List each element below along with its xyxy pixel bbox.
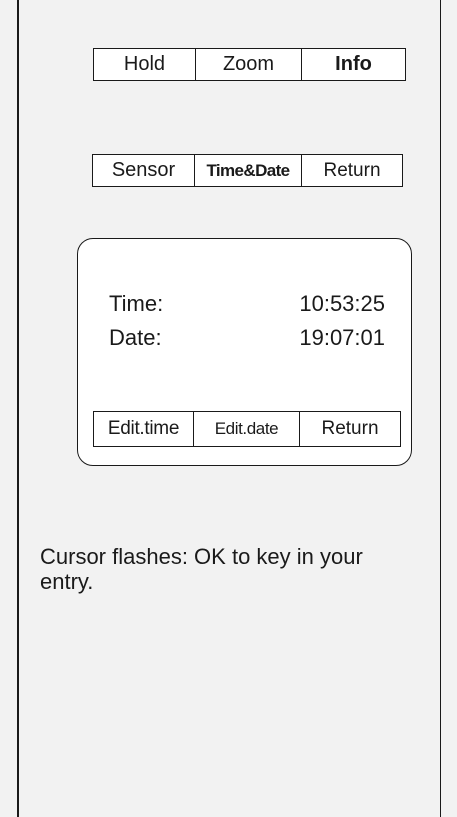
frame-right-border [440,0,441,817]
date-row: Date: 19:07:01 [109,325,385,351]
date-value: 19:07:01 [299,325,385,350]
panel-return-button[interactable]: Return [300,412,400,446]
menu-item-return[interactable]: Return [302,155,402,186]
menu-item-sensor[interactable]: Sensor [93,155,195,186]
menu-item-zoom[interactable]: Zoom [196,49,302,80]
menu-item-hold[interactable]: Hold [94,49,196,80]
time-row: Time: 10:53:25 [109,291,385,317]
info-submenu-bar: Sensor Time&Date Return [92,154,403,187]
edit-time-button[interactable]: Edit.time [94,412,194,446]
menu-item-info[interactable]: Info [302,49,405,80]
time-value: 10:53:25 [299,291,385,316]
edit-date-button[interactable]: Edit.date [194,412,300,446]
time-label: Time: [109,291,164,316]
top-menu-bar: Hold Zoom Info [93,48,406,81]
panel-action-bar: Edit.time Edit.date Return [93,411,401,447]
date-label: Date: [109,325,162,350]
menu-item-time-date[interactable]: Time&Date [195,155,302,186]
frame-left-border [17,0,19,817]
instruction-text: Cursor flashes: OK to key in your entry. [40,544,363,594]
